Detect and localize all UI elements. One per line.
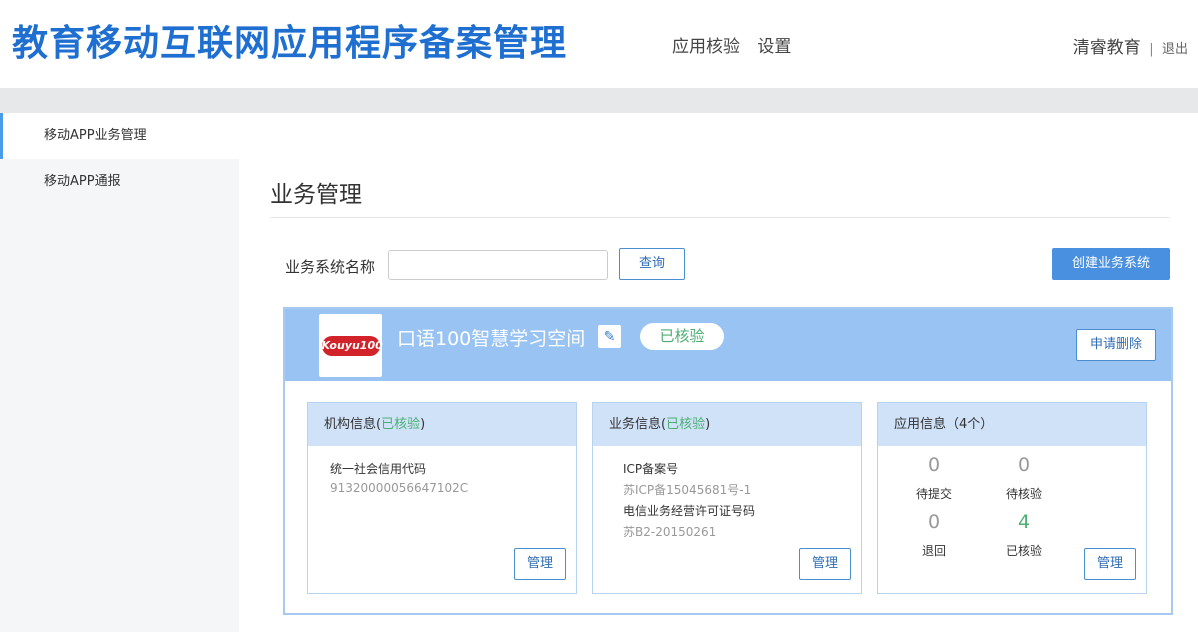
org-info-title-end: ) [420, 417, 426, 432]
biz-info-panel: 业务信息(已核验) ICP备案号 苏ICP备15045681号-1 电信业务经营… [592, 402, 862, 594]
sidebar-item-app-business[interactable]: 移动APP业务管理 [0, 113, 239, 159]
user-name[interactable]: 清睿教育 [1073, 38, 1141, 58]
org-info-title: 机构信息(已核验) [308, 403, 576, 446]
logout-link[interactable]: 退出 [1162, 42, 1188, 57]
nav-app-verify[interactable]: 应用核验 [672, 37, 740, 57]
org-manage-button[interactable]: 管理 [514, 548, 566, 580]
biz-info-title-end: ) [705, 417, 711, 432]
sidebar-item-app-notice[interactable]: 移动APP通报 [0, 159, 239, 205]
app-name: 口语100智慧学习空间 [397, 328, 586, 350]
app-logo-mark: Kouyu100 [321, 335, 383, 356]
stat-returned-label: 退回 [921, 544, 946, 558]
org-info-status: 已核验 [381, 417, 421, 432]
stat-returned-count: 0 [927, 511, 941, 533]
stat-verified-count: 4 [1017, 511, 1031, 533]
query-button[interactable]: 查询 [619, 248, 685, 280]
nav-settings[interactable]: 设置 [757, 37, 791, 57]
request-delete-button[interactable]: 申请删除 [1076, 329, 1156, 361]
app-card: Kouyu100 口语100智慧学习空间 ✎ 已核验 申请删除 机构信息(已核验… [283, 307, 1173, 615]
search-input[interactable] [388, 250, 608, 280]
icp-value: 苏ICP备15045681号-1 [623, 483, 752, 497]
header-divider-bar [0, 88, 1198, 113]
stat-pending-submit-count: 0 [927, 454, 941, 476]
biz-info-title: 业务信息(已核验) [593, 403, 861, 446]
app-manage-button[interactable]: 管理 [1084, 548, 1136, 580]
org-info-panel: 机构信息(已核验) 统一社会信用代码 91320000056647102C 管理 [307, 402, 577, 594]
telecom-license-value: 苏B2-20150261 [623, 525, 717, 539]
org-info-title-text: 机构信息( [324, 417, 382, 432]
app-info-title: 应用信息（4个） [878, 403, 1146, 446]
app-logo: Kouyu100 [319, 314, 383, 377]
sidebar: 移动APP业务管理 移动APP通报 [0, 113, 239, 632]
credit-code-value: 91320000056647102C [330, 481, 469, 495]
create-system-button[interactable]: 创建业务系统 [1052, 248, 1170, 280]
biz-info-status: 已核验 [666, 417, 706, 432]
stat-verified-label: 已核验 [1005, 544, 1042, 558]
stat-pending-submit-label: 待提交 [915, 487, 952, 501]
header: 教育移动互联网应用程序备案管理 应用核验 设置 清睿教育 | 退出 [0, 0, 1198, 88]
biz-manage-button[interactable]: 管理 [799, 548, 851, 580]
status-badge: 已核验 [640, 323, 724, 350]
title-divider [270, 217, 1170, 218]
credit-code-label: 统一社会信用代码 [330, 462, 427, 476]
search-label: 业务系统名称 [285, 258, 376, 276]
edit-icon[interactable]: ✎ [598, 325, 621, 348]
page-title: 业务管理 [270, 182, 362, 208]
user-separator: | [1149, 42, 1154, 57]
stat-pending-verify-count: 0 [1017, 454, 1031, 476]
top-nav: 应用核验 设置 [672, 32, 803, 57]
app-info-panel: 应用信息（4个） 0 待提交 0 待核验 0 退回 4 已核验 管理 [877, 402, 1147, 594]
icp-label: ICP备案号 [623, 462, 679, 476]
biz-info-title-text: 业务信息( [609, 417, 667, 432]
site-title: 教育移动互联网应用程序备案管理 [12, 23, 568, 64]
telecom-license-label: 电信业务经营许可证号码 [623, 504, 756, 518]
stat-pending-verify-label: 待核验 [1005, 487, 1042, 501]
user-area: 清睿教育 | 退出 [1073, 33, 1188, 58]
app-card-header: Kouyu100 口语100智慧学习空间 ✎ 已核验 申请删除 [285, 309, 1171, 381]
